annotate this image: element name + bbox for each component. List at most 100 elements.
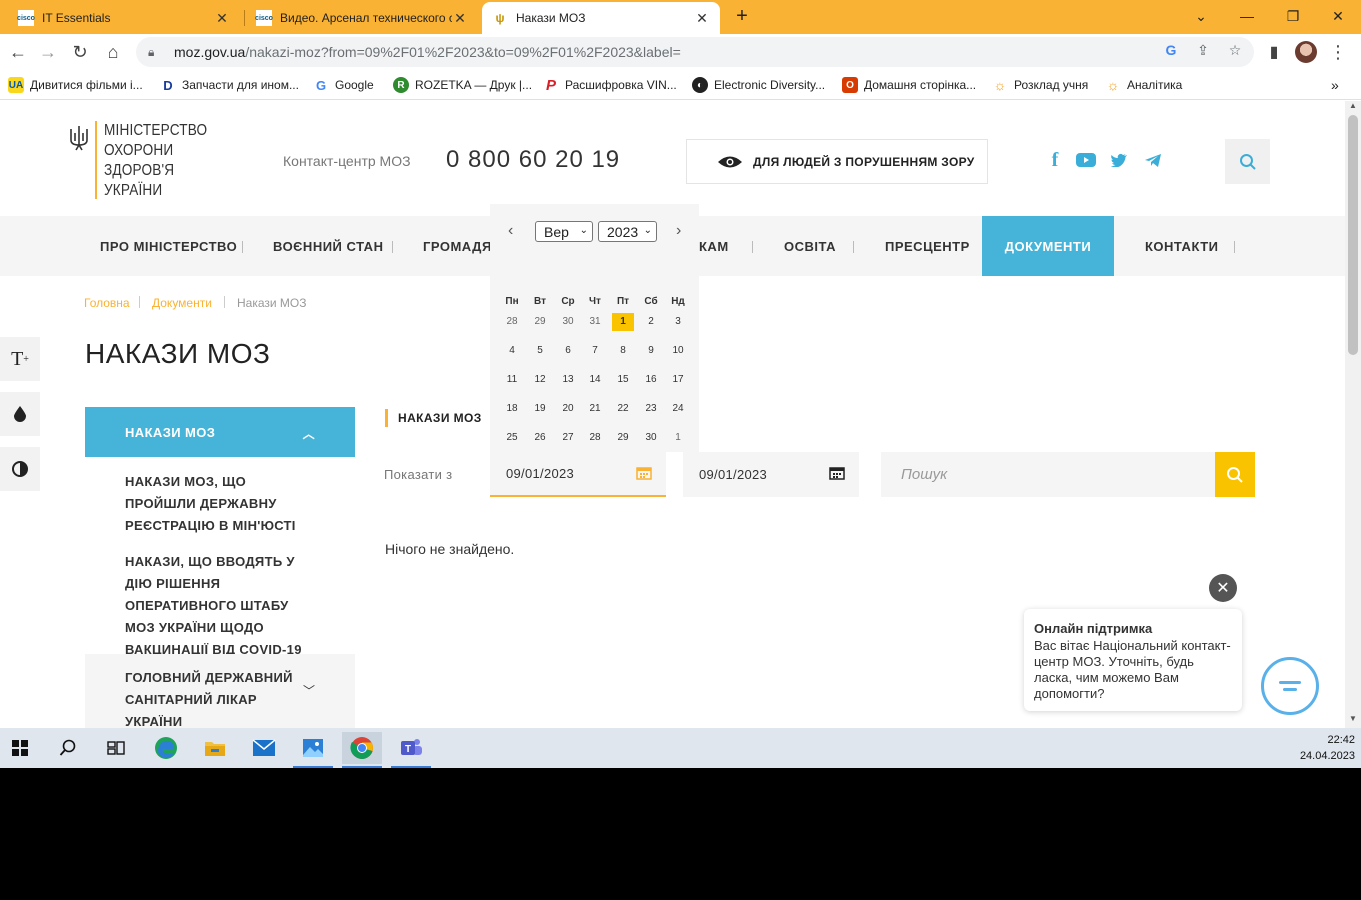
facebook-icon[interactable]: f bbox=[1044, 151, 1066, 169]
sidebar-subitem-covid[interactable]: НАКАЗИ, ЩО ВВОДЯТЬ У ДІЮ РІШЕННЯ ОПЕРАТИ… bbox=[125, 551, 315, 661]
bookmark-item[interactable]: OДомашня сторінка... bbox=[842, 76, 976, 94]
calendar-day[interactable]: 16 bbox=[640, 371, 662, 389]
tab-nakazi-moz[interactable]: ψ Накази МОЗ ✕ bbox=[482, 2, 720, 34]
calendar-day[interactable]: 18 bbox=[501, 400, 523, 418]
scrollbar-thumb[interactable] bbox=[1348, 115, 1358, 355]
calendar-day[interactable]: 31 bbox=[584, 313, 606, 331]
nav-item-specialists[interactable]: КАМ bbox=[699, 216, 729, 276]
close-tab-icon[interactable]: ✕ bbox=[694, 10, 710, 27]
file-explorer-icon[interactable] bbox=[195, 732, 235, 764]
calendar-day[interactable]: 26 bbox=[529, 429, 551, 447]
scroll-down-icon[interactable]: ▼ bbox=[1345, 714, 1361, 728]
bookmark-item[interactable]: PРасшифровка VIN... bbox=[543, 76, 677, 94]
tab-video-arsenal[interactable]: cisco Видео. Арсенал технического специа… bbox=[246, 2, 478, 34]
bookmark-item[interactable]: UAДивитися фільми і... bbox=[8, 76, 143, 94]
home-icon[interactable]: ⌂ bbox=[99, 38, 127, 66]
reload-icon[interactable]: ↻ bbox=[66, 38, 94, 66]
font-size-icon[interactable]: T+ bbox=[0, 337, 40, 381]
sidebar-subitem-registered[interactable]: НАКАЗИ МОЗ, ЩО ПРОЙШЛИ ДЕРЖАВНУ РЕЄСТРАЦ… bbox=[125, 471, 315, 537]
nav-item-press-center[interactable]: ПРЕСЦЕНТР bbox=[885, 216, 970, 276]
calendar-day[interactable]: 3 bbox=[667, 313, 689, 331]
calendar-day[interactable]: 8 bbox=[612, 342, 634, 360]
calendar-day[interactable]: 10 bbox=[667, 342, 689, 360]
next-month-icon[interactable]: › bbox=[676, 222, 681, 240]
bookmark-item[interactable]: RROZETKA — Друк |... bbox=[393, 76, 532, 94]
calendar-day[interactable]: 20 bbox=[557, 400, 579, 418]
calendar-day[interactable]: 6 bbox=[557, 342, 579, 360]
windows-start-icon[interactable] bbox=[0, 732, 40, 764]
low-vision-button[interactable]: ДЛЯ ЛЮДЕЙ З ПОРУШЕННЯМ ЗОРУ bbox=[686, 139, 988, 184]
calendar-day[interactable]: 24 bbox=[667, 400, 689, 418]
calendar-day[interactable]: 28 bbox=[584, 429, 606, 447]
sidebar-item-nakazi-moz[interactable]: НАКАЗИ МОЗ ︿ bbox=[85, 407, 355, 457]
nav-item-education[interactable]: ОСВІТА bbox=[784, 216, 836, 276]
chat-close-button[interactable]: ✕ bbox=[1209, 574, 1237, 602]
contact-phone[interactable]: 0 800 60 20 19 bbox=[446, 146, 620, 174]
mail-icon[interactable] bbox=[244, 732, 284, 764]
twitter-icon[interactable] bbox=[1108, 151, 1130, 169]
calendar-day[interactable]: 25 bbox=[501, 429, 523, 447]
minimize-button[interactable]: — bbox=[1224, 0, 1270, 32]
calendar-day[interactable]: 14 bbox=[584, 371, 606, 389]
address-bar[interactable]: 🔒︎ moz.gov.ua/nakazi-moz?from=09%2F01%2F… bbox=[136, 37, 1254, 67]
youtube-icon[interactable] bbox=[1075, 151, 1097, 169]
close-window-button[interactable]: ✕ bbox=[1315, 0, 1361, 32]
date-to-input[interactable]: 09/01/2023 bbox=[683, 452, 859, 497]
lock-icon[interactable]: 🔒︎ bbox=[148, 45, 166, 60]
sidebar-item-chief-sanitary-doctor[interactable]: ГОЛОВНИЙ ДЕРЖАВНИЙ САНІТАРНИЙ ЛІКАР УКРА… bbox=[85, 654, 355, 728]
more-bookmarks-icon[interactable]: » bbox=[1331, 76, 1339, 94]
bookmark-item[interactable]: GGoogle bbox=[313, 76, 374, 94]
nav-item-martial-law[interactable]: ВОЄННИЙ СТАН bbox=[273, 216, 383, 276]
calendar-day[interactable]: 4 bbox=[501, 342, 523, 360]
month-select[interactable]: Вер⌄ bbox=[535, 221, 593, 242]
calendar-day[interactable]: 11 bbox=[501, 371, 523, 389]
search-input[interactable]: Пошук bbox=[881, 452, 1215, 497]
forward-icon[interactable]: → bbox=[34, 38, 62, 66]
calendar-day[interactable]: 1 bbox=[612, 313, 634, 331]
nav-item-about[interactable]: ПРО МІНІСТЕРСТВО bbox=[100, 216, 237, 276]
calendar-day[interactable]: 22 bbox=[612, 400, 634, 418]
calendar-day[interactable]: 5 bbox=[529, 342, 551, 360]
color-drop-icon[interactable] bbox=[0, 392, 40, 436]
calendar-day[interactable]: 9 bbox=[640, 342, 662, 360]
calendar-day[interactable]: 29 bbox=[612, 429, 634, 447]
bookmark-item[interactable]: DЗапчасти для ином... bbox=[160, 76, 299, 94]
close-tab-icon[interactable]: ✕ bbox=[452, 10, 468, 27]
teams-icon[interactable]: T bbox=[391, 732, 431, 764]
bookmark-item[interactable]: ◐Electronic Diversity... bbox=[692, 76, 825, 94]
calendar-day[interactable]: 1 bbox=[667, 429, 689, 447]
calendar-day[interactable]: 21 bbox=[584, 400, 606, 418]
telegram-icon[interactable] bbox=[1142, 151, 1164, 169]
calendar-day[interactable]: 27 bbox=[557, 429, 579, 447]
calendar-day[interactable]: 17 bbox=[667, 371, 689, 389]
close-tab-icon[interactable]: ✕ bbox=[214, 10, 230, 27]
nav-item-contacts[interactable]: КОНТАКТИ bbox=[1145, 216, 1219, 276]
calendar-day[interactable]: 30 bbox=[557, 313, 579, 331]
menu-icon[interactable]: ⋮ bbox=[1324, 38, 1352, 66]
breadcrumb-home[interactable]: Головна bbox=[84, 296, 130, 310]
photos-icon[interactable] bbox=[293, 732, 333, 764]
bookmark-star-icon[interactable]: ☆ bbox=[1226, 41, 1244, 59]
chat-open-button[interactable] bbox=[1261, 657, 1319, 715]
scroll-up-icon[interactable]: ▲ bbox=[1345, 101, 1361, 115]
prev-month-icon[interactable]: ‹ bbox=[508, 222, 513, 240]
calendar-day[interactable]: 19 bbox=[529, 400, 551, 418]
edge-icon[interactable] bbox=[146, 732, 186, 764]
side-panel-icon[interactable]: ▮ bbox=[1260, 38, 1288, 66]
share-icon[interactable]: ⇪ bbox=[1194, 41, 1212, 59]
calendar-day[interactable]: 2 bbox=[640, 313, 662, 331]
calendar-icon[interactable] bbox=[829, 466, 845, 480]
calendar-day[interactable]: 13 bbox=[557, 371, 579, 389]
task-view-icon[interactable] bbox=[96, 732, 136, 764]
calendar-day[interactable]: 15 bbox=[612, 371, 634, 389]
year-select[interactable]: 2023⌄ bbox=[598, 221, 657, 242]
search-icon[interactable] bbox=[48, 732, 88, 764]
bookmark-item[interactable]: ☼Розклад учня bbox=[992, 76, 1088, 94]
bookmark-item[interactable]: ☼Аналітика bbox=[1105, 76, 1182, 94]
chrome-icon[interactable] bbox=[342, 732, 382, 764]
restore-button[interactable]: ❐ bbox=[1270, 0, 1316, 32]
date-from-input[interactable]: 09/01/2023 bbox=[490, 452, 666, 497]
search-submit-button[interactable] bbox=[1215, 452, 1255, 497]
new-tab-button[interactable]: + bbox=[720, 0, 764, 32]
calendar-day[interactable]: 30 bbox=[640, 429, 662, 447]
